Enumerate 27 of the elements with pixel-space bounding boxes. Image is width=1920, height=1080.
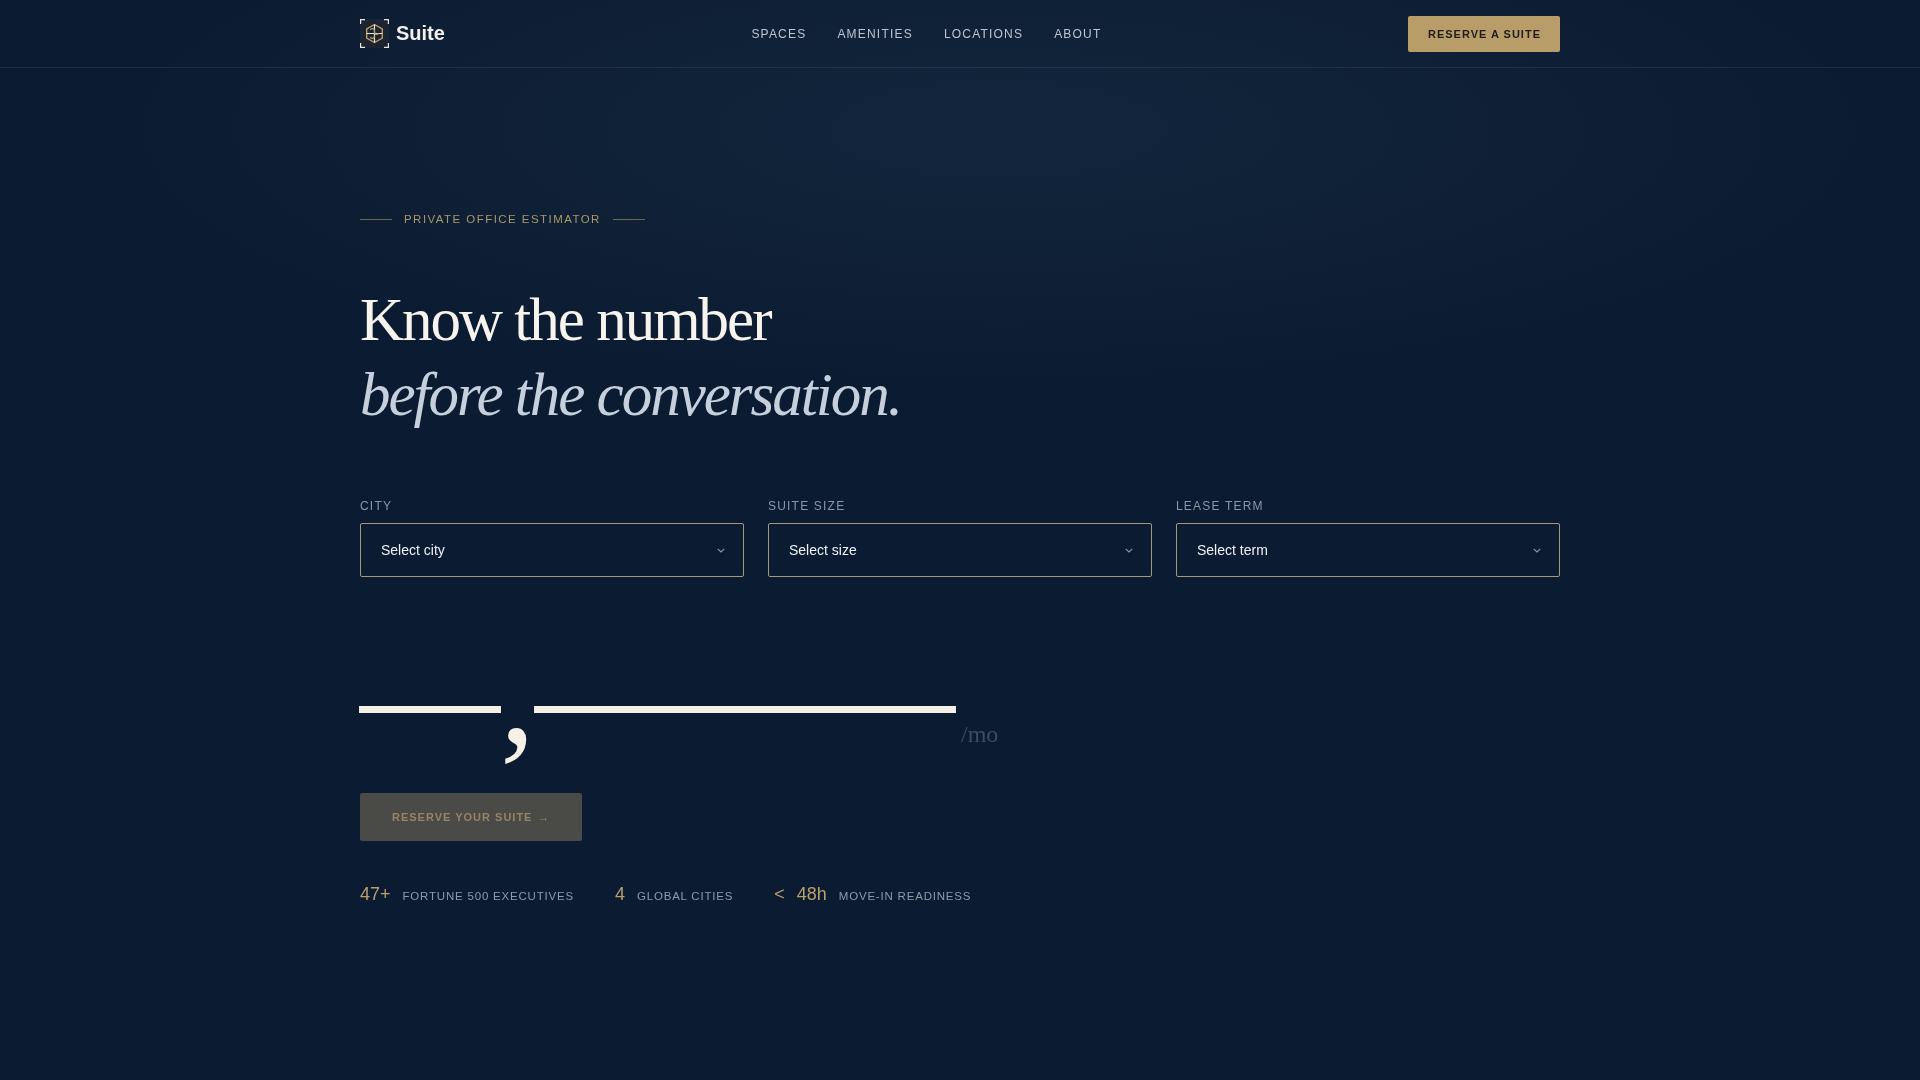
field-label: LEASE TERM — [1176, 498, 1264, 514]
select-field[interactable]: Select city — [360, 523, 744, 577]
stat-prefix: < — [774, 883, 785, 905]
headline-accent: before the conversation. — [360, 360, 901, 430]
brand-link[interactable]: Suite — [360, 19, 445, 48]
headline: Know the number — [360, 285, 771, 355]
price-amount: —,——— — [360, 623, 955, 767]
stat-label: FORTUNE 500 EXECUTIVES — [402, 890, 574, 902]
nav-link[interactable]: ABOUT — [1054, 25, 1102, 42]
chevron-down-icon — [717, 547, 725, 553]
stat-value: 47+ — [360, 883, 391, 905]
select-field[interactable]: Select size — [768, 523, 1152, 577]
eyebrow-text: PRIVATE OFFICE ESTIMATOR — [404, 212, 601, 227]
chevron-down-icon — [1125, 547, 1133, 553]
reserve-button[interactable]: RESERVE A SUITE — [1407, 15, 1560, 52]
nav-link[interactable]: LOCATIONS — [943, 25, 1024, 42]
chevron-down-icon — [1533, 547, 1541, 553]
select-field[interactable]: Select term — [1176, 523, 1560, 577]
stat-value: 48h — [796, 883, 827, 905]
field-label: CITY — [360, 498, 393, 514]
nav-link[interactable]: AMENITIES — [837, 25, 913, 42]
logo-icon — [360, 19, 389, 48]
stat-label: MOVE-IN READINESS — [838, 890, 972, 902]
field-label: SUITE SIZE — [768, 498, 846, 514]
stat-value: 4 — [614, 883, 625, 905]
stat-label: GLOBAL CITIES — [636, 890, 734, 902]
nav-link[interactable]: SPACES — [751, 25, 807, 42]
